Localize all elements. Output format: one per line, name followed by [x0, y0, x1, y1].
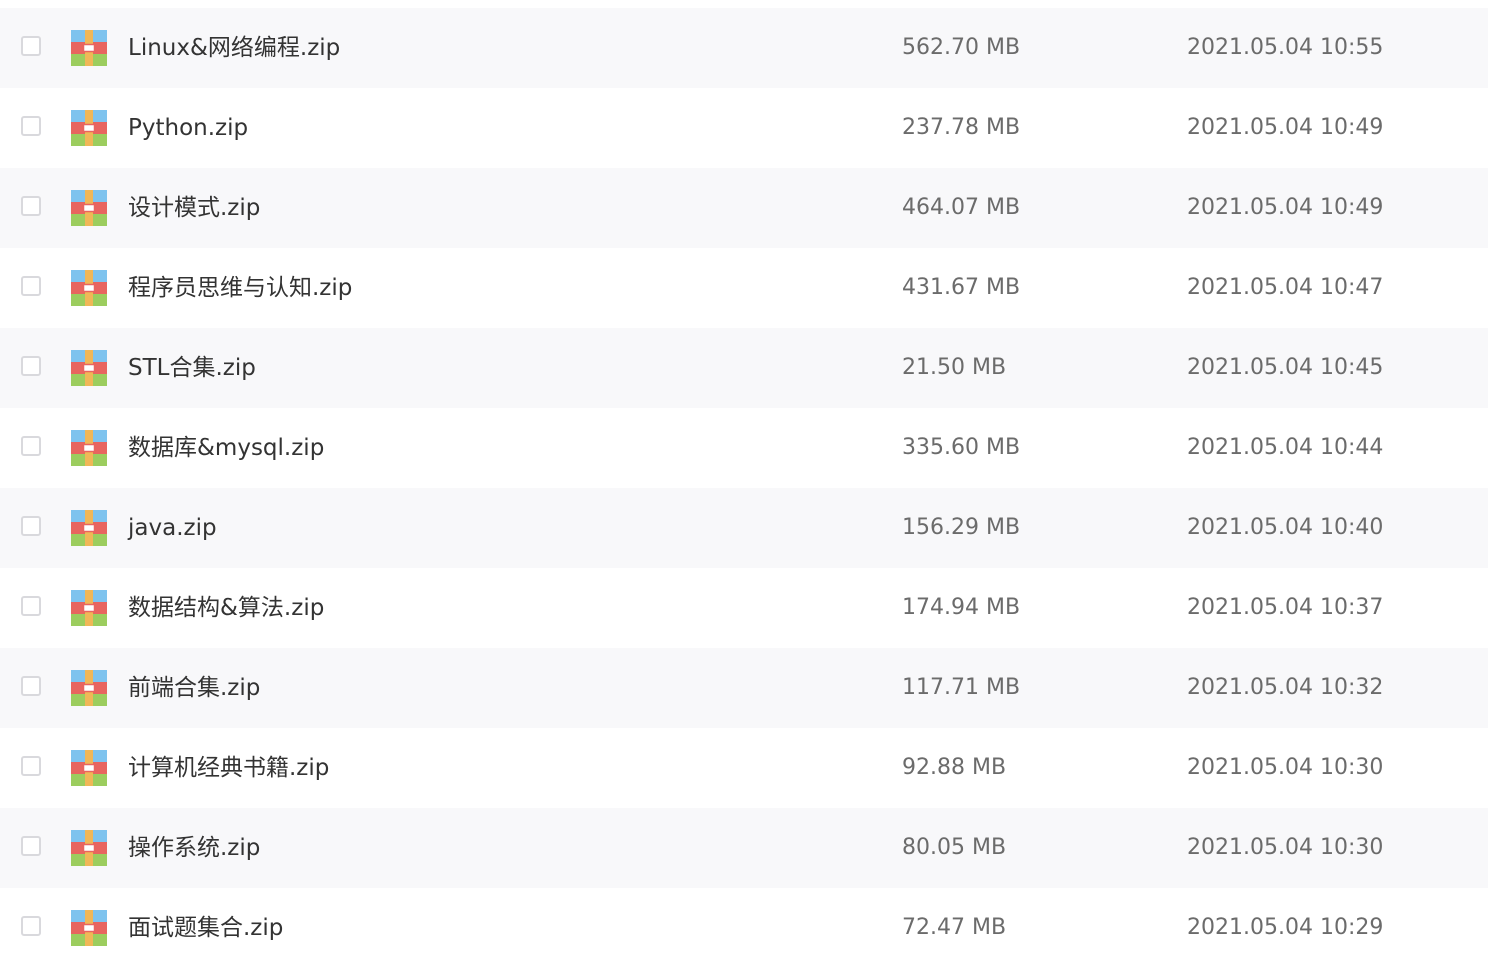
file-name[interactable]: Python.zip [128, 110, 248, 146]
row-checkbox[interactable] [21, 116, 41, 136]
file-name[interactable]: 设计模式.zip [128, 190, 260, 226]
file-name[interactable]: 数据库&mysql.zip [128, 430, 324, 466]
file-name[interactable]: 前端合集.zip [128, 670, 260, 706]
file-name[interactable]: java.zip [128, 510, 217, 546]
row-checkbox[interactable] [21, 756, 41, 776]
file-name[interactable]: 计算机经典书籍.zip [128, 750, 329, 786]
file-date: 2021.05.04 10:37 [1187, 595, 1384, 620]
file-name[interactable]: Linux&网络编程.zip [128, 30, 340, 66]
zip-archive-icon [71, 350, 107, 386]
file-size: 80.05 MB [902, 835, 1007, 860]
row-checkbox[interactable] [21, 196, 41, 216]
file-row[interactable]: 数据库&mysql.zip 335.60 MB 2021.05.04 10:44 [0, 408, 1488, 488]
row-checkbox[interactable] [21, 436, 41, 456]
file-name[interactable]: STL合集.zip [128, 350, 256, 386]
row-checkbox[interactable] [21, 916, 41, 936]
file-name[interactable]: 程序员思维与认知.zip [128, 270, 352, 306]
file-row[interactable]: 前端合集.zip 117.71 MB 2021.05.04 10:32 [0, 648, 1488, 728]
file-date: 2021.05.04 10:45 [1187, 355, 1384, 380]
zip-archive-icon [71, 190, 107, 226]
file-size: 431.67 MB [902, 275, 1021, 300]
row-checkbox[interactable] [21, 276, 41, 296]
file-name[interactable]: 面试题集合.zip [128, 910, 283, 946]
file-row[interactable]: Linux&网络编程.zip 562.70 MB 2021.05.04 10:5… [0, 8, 1488, 88]
file-date: 2021.05.04 10:30 [1187, 755, 1384, 780]
file-date: 2021.05.04 10:32 [1187, 675, 1384, 700]
file-row[interactable]: STL合集.zip 21.50 MB 2021.05.04 10:45 [0, 328, 1488, 408]
file-row[interactable]: 计算机经典书籍.zip 92.88 MB 2021.05.04 10:30 [0, 728, 1488, 808]
row-checkbox[interactable] [21, 596, 41, 616]
file-size: 92.88 MB [902, 755, 1007, 780]
file-date: 2021.05.04 10:30 [1187, 835, 1384, 860]
zip-archive-icon [71, 430, 107, 466]
file-size: 21.50 MB [902, 355, 1007, 380]
file-date: 2021.05.04 10:44 [1187, 435, 1384, 460]
file-row[interactable]: 设计模式.zip 464.07 MB 2021.05.04 10:49 [0, 168, 1488, 248]
file-date: 2021.05.04 10:29 [1187, 915, 1384, 940]
row-checkbox[interactable] [21, 516, 41, 536]
zip-archive-icon [71, 910, 107, 946]
file-date: 2021.05.04 10:49 [1187, 115, 1384, 140]
zip-archive-icon [71, 270, 107, 306]
file-date: 2021.05.04 10:55 [1187, 35, 1384, 60]
file-size: 464.07 MB [902, 195, 1021, 220]
file-row[interactable]: 程序员思维与认知.zip 431.67 MB 2021.05.04 10:47 [0, 248, 1488, 328]
file-row[interactable]: 操作系统.zip 80.05 MB 2021.05.04 10:30 [0, 808, 1488, 888]
zip-archive-icon [71, 30, 107, 66]
file-date: 2021.05.04 10:49 [1187, 195, 1384, 220]
file-date: 2021.05.04 10:40 [1187, 515, 1384, 540]
zip-archive-icon [71, 510, 107, 546]
zip-archive-icon [71, 590, 107, 626]
row-checkbox[interactable] [21, 36, 41, 56]
file-date: 2021.05.04 10:47 [1187, 275, 1384, 300]
file-list: Linux&网络编程.zip 562.70 MB 2021.05.04 10:5… [0, 0, 1488, 972]
file-name[interactable]: 操作系统.zip [128, 830, 260, 866]
file-size: 72.47 MB [902, 915, 1007, 940]
file-size: 117.71 MB [902, 675, 1021, 700]
zip-archive-icon [71, 830, 107, 866]
file-row[interactable]: 数据结构&算法.zip 174.94 MB 2021.05.04 10:37 [0, 568, 1488, 648]
row-checkbox[interactable] [21, 676, 41, 696]
file-size: 156.29 MB [902, 515, 1021, 540]
file-size: 174.94 MB [902, 595, 1021, 620]
row-checkbox[interactable] [21, 836, 41, 856]
file-size: 335.60 MB [902, 435, 1021, 460]
file-row[interactable]: Python.zip 237.78 MB 2021.05.04 10:49 [0, 88, 1488, 168]
zip-archive-icon [71, 750, 107, 786]
file-name[interactable]: 数据结构&算法.zip [128, 590, 324, 626]
zip-archive-icon [71, 110, 107, 146]
file-row[interactable]: 面试题集合.zip 72.47 MB 2021.05.04 10:29 [0, 888, 1488, 968]
file-size: 562.70 MB [902, 35, 1021, 60]
file-size: 237.78 MB [902, 115, 1021, 140]
row-checkbox[interactable] [21, 356, 41, 376]
zip-archive-icon [71, 670, 107, 706]
file-row[interactable]: java.zip 156.29 MB 2021.05.04 10:40 [0, 488, 1488, 568]
